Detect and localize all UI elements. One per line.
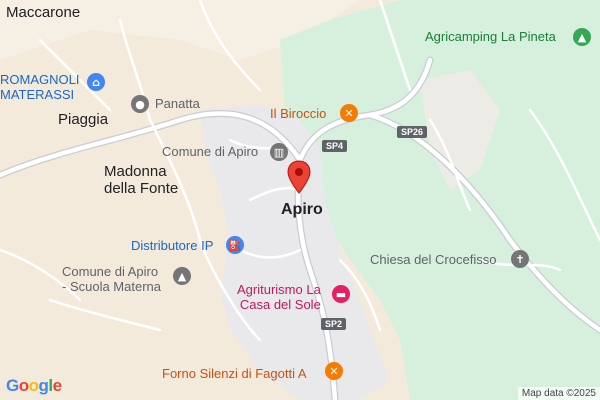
camera-icon[interactable]: ● [131, 95, 149, 113]
poi-label-distributore[interactable]: Distributore IP [131, 238, 213, 254]
poi-label-agricamping[interactable]: Agricamping La Pineta [425, 29, 556, 45]
road-shield-sp4: SP4 [322, 140, 348, 152]
shopping-bag-icon[interactable]: ⌂ [87, 73, 105, 91]
logo-letter-g1: G [6, 376, 19, 395]
logo-letter-e: e [52, 376, 62, 395]
logo-letter-o2: o [28, 376, 39, 395]
bakery-icon[interactable]: ✕ [325, 362, 343, 380]
place-label-madonna-line2: della Fonte [104, 180, 179, 198]
poi-label-romagnoli-line2: MATERASSI [0, 86, 75, 102]
map-canvas[interactable]: Maccarone ROMAGNOLI MATERASSI ⌂ ● Panatt… [0, 0, 600, 400]
poi-label-forno[interactable]: Forno Silenzi di Fagotti A [162, 366, 307, 382]
poi-label-agriturismo-line2: Casa del Sole [239, 296, 321, 312]
poi-label-scuola-line1: Comune di Apiro [62, 264, 159, 279]
church-icon[interactable]: ✝ [511, 250, 529, 268]
place-label-madonna-della-fonte: Madonna della Fonte [104, 163, 178, 198]
museum-icon[interactable]: ▥ [270, 143, 288, 161]
poi-label-romagnoli[interactable]: ROMAGNOLI MATERASSI [0, 72, 80, 103]
restaurant-icon[interactable]: ✕ [340, 104, 358, 122]
fuel-icon[interactable]: ⛽ [226, 236, 244, 254]
place-label-maccarone: Maccarone [6, 4, 81, 21]
poi-label-agriturismo-line1: Agriturismo La [237, 282, 321, 297]
place-label-apiro: Apiro [281, 201, 323, 218]
location-pin-icon[interactable] [287, 160, 311, 194]
school-icon[interactable]: ▲ [173, 267, 191, 285]
poi-label-agriturismo[interactable]: Agriturismo La Casa del Sole [237, 282, 321, 313]
logo-letter-g2: g [38, 376, 49, 395]
hotel-icon[interactable]: ▬ [332, 285, 350, 303]
poi-label-scuola[interactable]: Comune di Apiro - Scuola Materna [62, 264, 161, 295]
poi-label-chiesa[interactable]: Chiesa del Crocefisso [370, 252, 496, 268]
poi-label-scuola-line2: - Scuola Materna [62, 278, 161, 294]
road-shield-sp26: SP26 [397, 126, 428, 138]
poi-label-romagnoli-line1: ROMAGNOLI [0, 72, 80, 87]
poi-label-il-biroccio[interactable]: Il Biroccio [270, 106, 326, 122]
place-label-madonna-line1: Madonna [104, 163, 167, 180]
poi-label-comune[interactable]: Comune di Apiro [162, 144, 258, 160]
map-base-layer [0, 0, 600, 400]
map-attribution[interactable]: Map data ©2025 [517, 387, 600, 400]
poi-label-panatta[interactable]: Panatta [155, 96, 200, 112]
google-logo: Google [6, 376, 62, 396]
road-shield-sp2: SP2 [321, 318, 347, 330]
logo-letter-o1: o [18, 376, 29, 395]
place-label-piaggia: Piaggia [58, 111, 109, 128]
camping-icon[interactable]: ▲ [573, 28, 591, 46]
